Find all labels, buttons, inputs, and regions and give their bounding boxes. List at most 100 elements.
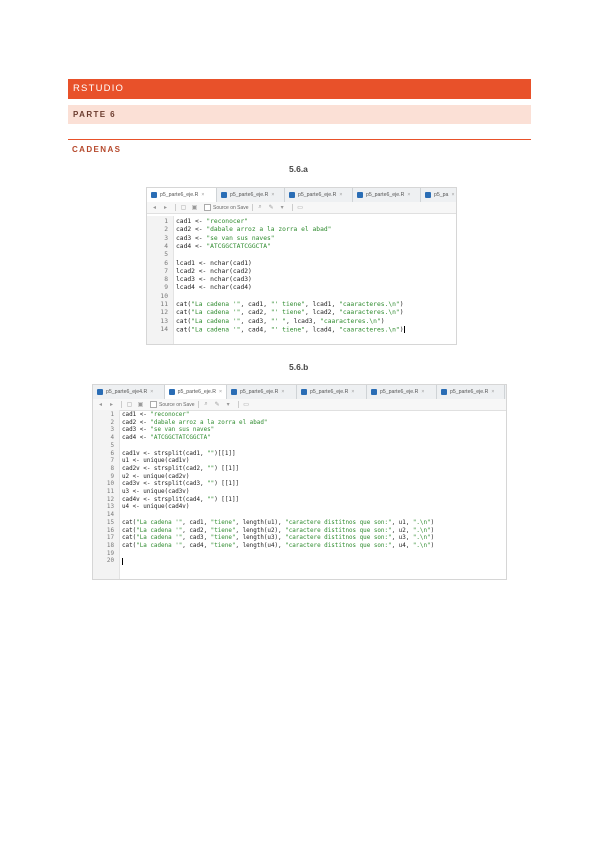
line-number: 3	[110, 427, 114, 434]
line-number: 3	[164, 234, 168, 242]
forward-arrow-icon[interactable]: ▸	[107, 401, 116, 409]
code-line: 8 lcad3 <- nchar(cad3)	[147, 276, 456, 284]
code-text: cat("La cadena '", cad4, "tiene", length…	[122, 542, 435, 549]
code-line: 17 cat("La cadena '", cad3, "tiene", leng…	[93, 535, 506, 543]
editor-tab-label: p5_pa	[434, 192, 449, 198]
figure-caption-b: 5.6.b	[289, 362, 309, 372]
editor-tab[interactable]: p5_parte6_eje.R ×	[297, 385, 367, 399]
close-tab-icon[interactable]: ×	[150, 389, 153, 395]
chevron-down-icon[interactable]: ▾	[278, 204, 287, 212]
code-text: cad3 <- "se van sus naves"	[176, 234, 275, 242]
line-number: 8	[164, 276, 168, 284]
toolbar-separator	[121, 401, 122, 408]
code-text: u1 <- unique(cad1v)	[122, 458, 190, 465]
code-line: 5	[93, 443, 506, 451]
editor-tab[interactable]: p5_parte6_eje.R ×	[217, 188, 285, 202]
compile-report-icon[interactable]: ▭	[296, 204, 305, 212]
close-tab-icon[interactable]: ×	[351, 389, 354, 395]
forward-arrow-icon[interactable]: ▸	[161, 204, 170, 212]
editor-tab[interactable]: p5_parte6_eje.R ×	[353, 188, 421, 202]
editor-tab[interactable]: p5_pa ×	[421, 188, 456, 202]
editor-tab-label: p5_parte6_eje.R	[366, 192, 405, 198]
code-line: 9 u2 <- unique(cad2v)	[93, 474, 506, 482]
editor-tab[interactable]: p5_parte6_eje.R ×	[437, 385, 505, 399]
close-tab-icon[interactable]: ×	[421, 389, 424, 395]
code-line: 13 u4 <- unique(cad4v)	[93, 504, 506, 512]
code-tools-wand-icon[interactable]: ✎	[267, 204, 276, 212]
editor-tab[interactable]: esPalindromo.R×	[505, 385, 506, 399]
close-tab-icon[interactable]: ×	[281, 389, 284, 395]
code-text: cat("La cadena '", cad2, "' tiene", lcad…	[176, 309, 404, 317]
source-on-save-checkbox[interactable]	[150, 401, 157, 408]
code-line: 10	[147, 293, 456, 301]
code-text: lcad3 <- nchar(cad3)	[176, 276, 252, 284]
code-area[interactable]: 1 cad1 <- "reconocer" 2 cad2 <- "dabale arr…	[93, 410, 506, 579]
search-icon[interactable]: ⌕	[202, 401, 211, 409]
code-text: cad2 <- "dabale arroz a la zorra el abad…	[176, 226, 332, 234]
search-icon[interactable]: ⌕	[256, 204, 265, 212]
show-in-window-icon[interactable]: ▢	[179, 204, 188, 212]
code-editor-a[interactable]: p5_parte6_eje.R × p5_parte6_eje.R × p5_parte…	[146, 187, 457, 345]
code-text: u3 <- unique(cad3v)	[122, 489, 190, 495]
close-tab-icon[interactable]: ×	[407, 192, 410, 198]
close-tab-icon[interactable]: ×	[219, 389, 222, 395]
line-number: 1	[164, 218, 168, 225]
close-tab-icon[interactable]: ×	[271, 192, 274, 198]
code-line: 12 cad4v <- strsplit(cad4, "") [[1]]	[93, 497, 506, 505]
code-text: cad3 <- "se van sus naves"	[122, 427, 215, 434]
toolbar-separator	[291, 204, 293, 211]
code-line: 1 cad1 <- "reconocer"	[147, 218, 456, 226]
code-text: cad1 <- "reconocer"	[122, 412, 190, 418]
r-file-icon	[357, 192, 363, 198]
r-file-icon	[371, 389, 377, 395]
line-number: 20	[106, 558, 114, 565]
editor-tab-label: p5_parte6_eje.R	[240, 389, 279, 395]
close-tab-icon[interactable]: ×	[339, 192, 342, 198]
page-banner: RSTUDIO	[68, 79, 531, 99]
editor-tab[interactable]: p5_parte6_eje.R ×	[367, 385, 437, 399]
editor-tab[interactable]: p5_parte6_eje.R ×	[147, 188, 217, 202]
line-number: 4	[164, 242, 168, 250]
show-in-window-icon[interactable]: ▢	[125, 401, 134, 409]
close-tab-icon[interactable]: ×	[201, 192, 204, 198]
line-number: 10	[106, 481, 114, 488]
code-line: 2 cad2 <- "dabale arroz a la zorra el aba…	[147, 226, 456, 234]
save-icon[interactable]: ▣	[190, 204, 199, 212]
code-text: cat("La cadena '", cad3, "' ", lcad3, "c…	[176, 317, 385, 325]
source-on-save-checkbox[interactable]	[204, 204, 211, 211]
code-line: 11 u3 <- unique(cad3v)	[93, 489, 506, 497]
code-text: u4 <- unique(cad4v)	[122, 504, 190, 511]
editor-tab-label: p5_parte6_eje.R	[298, 192, 337, 198]
code-text: cat("La cadena '", cad3, "tiene", length…	[122, 535, 435, 542]
code-line: 3 cad3 <- "se van sus naves"	[93, 427, 506, 435]
r-file-icon	[169, 389, 175, 395]
editor-tab[interactable]: p5_parte6_eje.R ×	[285, 188, 353, 202]
code-line: 2 cad2 <- "dabale arroz a la zorra el aba…	[93, 420, 506, 428]
code-text: cat("La cadena '", cad2, "tiene", length…	[122, 527, 435, 534]
code-editor-b[interactable]: p5_parte6_eje4.R × p5_parte6_eje.R × p5_part…	[92, 384, 507, 580]
line-number: 7	[164, 267, 168, 275]
code-text: cad4v <- strsplit(cad4, "") [[1]]	[122, 496, 240, 503]
close-tab-icon[interactable]: ×	[491, 389, 494, 395]
line-number: 2	[110, 419, 114, 426]
editor-tab[interactable]: p5_parte6_eje.R ×	[165, 385, 227, 399]
code-text: cad4 <- "ATCGGCTATCGGCTA"	[122, 435, 211, 442]
part-heading: PARTE 6	[68, 105, 531, 124]
code-text: lcad1 <- nchar(cad1)	[176, 259, 252, 267]
editor-tab-label: p5_parte6_eje4.R	[106, 389, 148, 395]
editor-tab[interactable]: p5_parte6_eje4.R ×	[93, 385, 165, 399]
save-icon[interactable]: ▣	[136, 401, 145, 409]
chevron-down-icon[interactable]: ▾	[224, 401, 233, 409]
editor-tab[interactable]: p5_parte6_eje.R ×	[227, 385, 297, 399]
code-text: cad3v <- strsplit(cad3, "") [[1]]	[122, 481, 240, 488]
code-tools-wand-icon[interactable]: ✎	[213, 401, 222, 409]
code-text: cad1 <- "reconocer"	[176, 218, 249, 225]
compile-report-icon[interactable]: ▭	[242, 401, 251, 409]
back-arrow-icon[interactable]: ◂	[96, 401, 105, 409]
code-area[interactable]: 1 cad1 <- "reconocer" 2 cad2 <- "dabale arr…	[147, 216, 456, 344]
close-tab-icon[interactable]: ×	[451, 192, 454, 198]
line-number: 12	[160, 309, 168, 317]
back-arrow-icon[interactable]: ◂	[150, 204, 159, 212]
line-number: 15	[106, 519, 114, 526]
code-line: 20	[93, 558, 506, 566]
